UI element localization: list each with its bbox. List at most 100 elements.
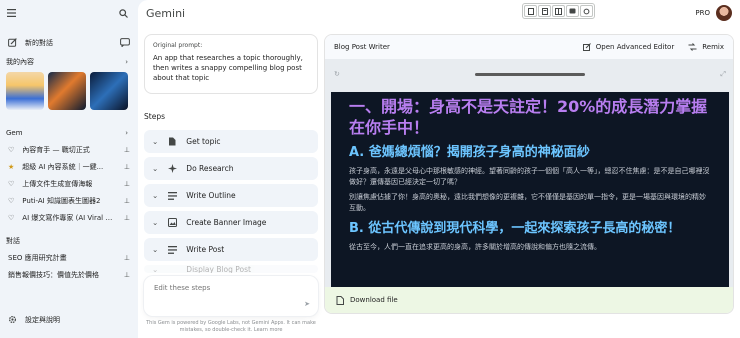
- document-icon[interactable]: [538, 5, 551, 17]
- chevron-down-icon: ⌄: [152, 245, 159, 254]
- chat-label: 銷售報價技巧：價值先於價格: [8, 270, 99, 279]
- gem-label: 超級 AI 內容系統｜一鍵...: [22, 162, 104, 171]
- preview-actions: Open Advanced Editor Remix: [582, 43, 724, 51]
- sidebar-bottom: 設定與說明: [0, 311, 138, 328]
- brand-title: Gemini: [146, 6, 186, 20]
- chat-bubble-icon[interactable]: [120, 38, 130, 47]
- chats-section-header: 對話: [0, 232, 138, 249]
- step-display-blog-post[interactable]: ⌄ Display Blog Post: [144, 265, 318, 273]
- gear-icon: [8, 315, 17, 324]
- gem-item[interactable]: ♡ 內容育手 — 戰切正式 ⊥: [0, 141, 138, 158]
- pin-icon[interactable]: ⊥: [124, 254, 130, 262]
- original-prompt-label: Original prompt:: [153, 42, 203, 49]
- star-icon: ★: [8, 162, 15, 171]
- heart-icon: ♡: [8, 196, 15, 205]
- preview-body: ↻ ⤢ 一、開場：身高不是天註定！20%的成長潛力掌握在你手中！ A. 爸媽總煩…: [325, 59, 733, 289]
- pin-icon[interactable]: ⊥: [124, 214, 130, 222]
- step-label: Write Outline: [186, 191, 236, 200]
- gem-section-header[interactable]: Gem ›: [0, 124, 138, 141]
- content-thumbnail-2[interactable]: [48, 72, 86, 110]
- new-chat-button[interactable]: 新的對話: [0, 34, 138, 51]
- external-edit-icon: [582, 43, 591, 51]
- new-chat-icon: [8, 38, 17, 47]
- gem-item[interactable]: ♡ Puti-AI 知識圖表生圖器2 ⊥: [0, 192, 138, 209]
- refresh-icon[interactable]: ↻: [334, 70, 340, 78]
- preview-header: Blog Post Writer Open Advanced Editor Re…: [325, 35, 733, 59]
- settings-button[interactable]: 設定與說明: [0, 311, 138, 328]
- remix-label: Remix: [702, 43, 724, 51]
- open-advanced-editor-label: Open Advanced Editor: [595, 43, 675, 51]
- pro-badge: PRO: [695, 9, 710, 17]
- gear-icon[interactable]: [580, 5, 593, 17]
- sidebar-top: [0, 0, 138, 26]
- pin-icon[interactable]: ⊥: [124, 197, 130, 205]
- blog-heading-2b: B. 從古代傳說到現代科學，一起來探索孩子長高的秘密！: [349, 221, 681, 236]
- original-prompt-card: Original prompt: An app that researches …: [144, 34, 318, 94]
- download-file-button[interactable]: Download file: [325, 287, 733, 313]
- gem-item[interactable]: ★ 超級 AI 內容系統｜一鍵... ⊥: [0, 158, 138, 175]
- step-create-banner-image[interactable]: ⌄ Create Banner Image: [144, 211, 318, 234]
- chevron-right-icon: ›: [125, 57, 128, 66]
- open-advanced-editor-button[interactable]: Open Advanced Editor: [582, 43, 675, 51]
- avatar[interactable]: [716, 5, 732, 21]
- send-icon[interactable]: ➤: [304, 300, 310, 308]
- pin-icon[interactable]: ⊥: [124, 163, 130, 171]
- step-label: Get topic: [186, 137, 221, 146]
- download-icon: [336, 295, 344, 305]
- video-icon[interactable]: [566, 5, 579, 17]
- grid-icon[interactable]: [552, 5, 565, 17]
- gem-item[interactable]: ♡ 上傳文件生成宣傳海報 ⊥: [0, 175, 138, 192]
- drag-handle[interactable]: [475, 72, 586, 76]
- my-content-header[interactable]: 我的內容 ›: [0, 53, 138, 70]
- list-icon: [167, 245, 177, 254]
- search-icon[interactable]: [119, 8, 128, 18]
- content-thumbnails: [0, 70, 138, 114]
- chat-item[interactable]: 銷售報價技巧：價值先於價格 ⊥: [0, 266, 138, 283]
- preview-panel: Blog Post Writer Open Advanced Editor Re…: [324, 34, 734, 314]
- content-thumbnail-3[interactable]: [90, 72, 128, 110]
- step-write-outline[interactable]: ⌄ Write Outline: [144, 184, 318, 207]
- chat-item[interactable]: SEO 應用研究計畫 ⊥: [0, 249, 138, 266]
- steps-title: Steps: [144, 112, 165, 121]
- edit-steps-input[interactable]: [154, 284, 294, 292]
- chevron-down-icon: ⌄: [152, 265, 159, 273]
- step-label: Display Blog Post: [186, 265, 251, 273]
- chevron-right-icon: ›: [125, 128, 128, 137]
- pin-icon[interactable]: ⊥: [124, 271, 130, 279]
- gem-item[interactable]: ♡ AI 爆文寫作專家 (AI Viral Cop... ⊥: [0, 209, 138, 226]
- blog-heading-2a: A. 爸媽總煩惱？揭開孩子身高的神秘面紗: [349, 145, 590, 160]
- document-icon: [167, 137, 177, 146]
- preview-title: Blog Post Writer: [334, 43, 390, 51]
- gem-label: 內容育手 — 戰切正式: [22, 145, 90, 154]
- pin-icon[interactable]: ⊥: [124, 180, 130, 188]
- chats-section-label: 對話: [6, 236, 20, 245]
- pin-icon[interactable]: ⊥: [124, 146, 130, 154]
- blog-paragraph-1: 孩子身高，永遠是父母心中那根敏感的神經。望著同齡的孩子一個個「高人一等」，總忍不…: [349, 167, 710, 186]
- chevron-down-icon: ⌄: [152, 218, 159, 227]
- sidebar: 新的對話 我的內容 › Gem › ♡ 內容育手 — 戰切正式 ⊥ ★ 超級 A…: [0, 0, 138, 338]
- step-write-post[interactable]: ⌄ Write Post: [144, 238, 318, 261]
- gem-steps-panel: Original prompt: An app that researches …: [144, 34, 318, 273]
- menu-icon[interactable]: [7, 9, 16, 17]
- download-file-label: Download file: [350, 296, 398, 304]
- remix-button[interactable]: Remix: [688, 43, 724, 51]
- content-thumbnail-1[interactable]: [6, 72, 44, 110]
- step-label: Create Banner Image: [186, 218, 267, 227]
- step-get-topic[interactable]: ⌄ Get topic: [144, 130, 318, 153]
- chevron-down-icon: ⌄: [152, 191, 159, 200]
- top-bar: Gemini PRO: [138, 0, 740, 26]
- disclaimer-text: This Gem is powered by Google Labs, not …: [146, 320, 316, 333]
- blog-heading-1: 一、開場：身高不是天註定！20%的成長潛力掌握在你手中！: [349, 97, 708, 137]
- document-icon[interactable]: [524, 5, 537, 17]
- main-area: Gemini PRO Original prompt: An app that …: [138, 0, 740, 338]
- step-do-research[interactable]: ⌄ Do Research: [144, 157, 318, 180]
- gem-section-label: Gem: [6, 128, 23, 137]
- heart-icon: ♡: [8, 213, 15, 222]
- gem-list: ♡ 內容育手 — 戰切正式 ⊥ ★ 超級 AI 內容系統｜一鍵... ⊥ ♡ 上…: [0, 141, 138, 226]
- fullscreen-icon[interactable]: ⤢: [720, 70, 726, 79]
- step-label: Do Research: [186, 164, 234, 173]
- image-icon: [167, 218, 177, 227]
- settings-label: 設定與說明: [25, 315, 60, 324]
- list-icon: [167, 191, 177, 200]
- canvas-toolbar: [522, 3, 595, 19]
